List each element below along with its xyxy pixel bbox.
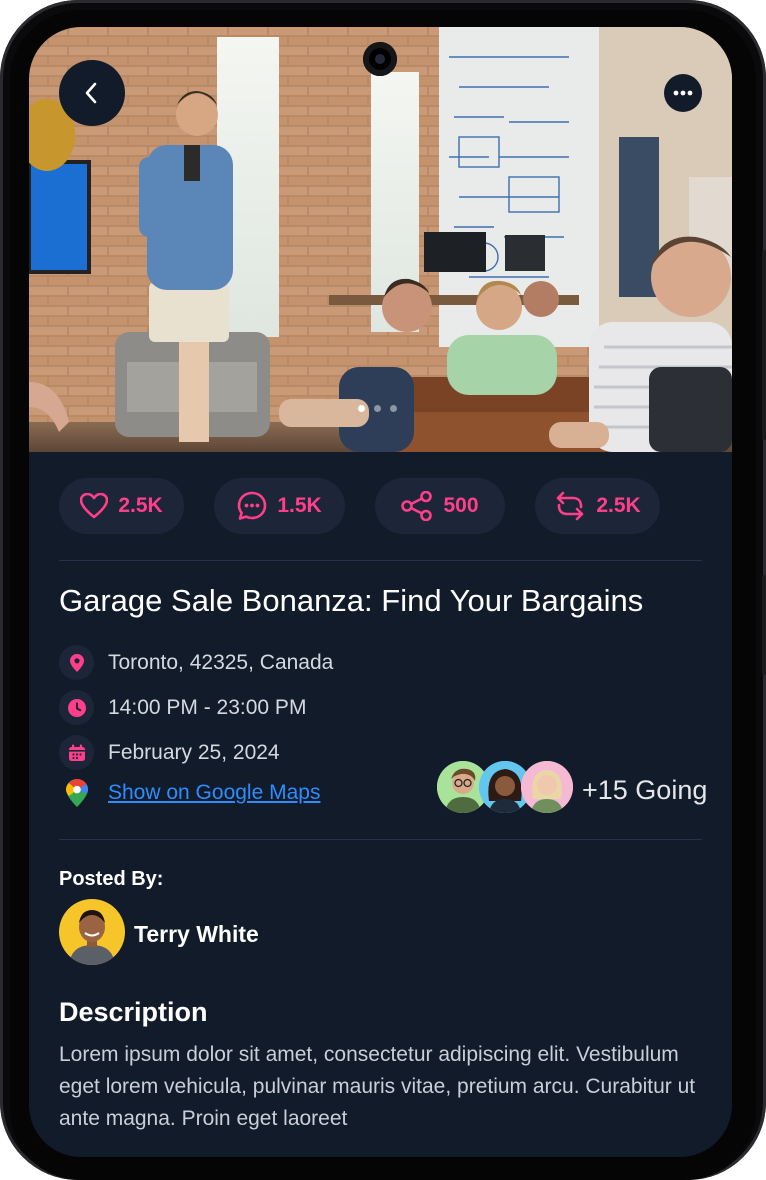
repost-count: 2.5K xyxy=(596,494,641,517)
location-row: Toronto, 42325, Canada xyxy=(59,645,333,680)
comment-icon xyxy=(238,491,267,520)
event-photo[interactable] xyxy=(29,27,732,452)
share-button[interactable]: 500 xyxy=(375,478,505,534)
event-location: Toronto, 42325, Canada xyxy=(108,650,334,674)
posted-by-label: Posted By: xyxy=(59,868,164,890)
location-icon-badge xyxy=(59,645,94,680)
back-button[interactable] xyxy=(59,60,125,126)
event-time: 14:00 PM - 23:00 PM xyxy=(108,695,307,719)
avatar xyxy=(521,761,573,813)
repost-button[interactable]: 2.5K xyxy=(535,478,660,534)
more-icon xyxy=(673,90,693,96)
event-photo-illustration xyxy=(29,27,732,452)
side-button xyxy=(762,575,766,675)
event-detail-screen: 2.5K 1.5K 500 2.5K Garage Sale Bonanza: … xyxy=(29,27,732,1157)
clock-icon xyxy=(67,698,86,717)
carousel-dot[interactable] xyxy=(374,405,381,412)
maps-row: Show on Google Maps xyxy=(59,779,320,807)
time-icon-badge xyxy=(59,690,94,725)
carousel-dot[interactable] xyxy=(390,405,397,412)
google-maps-icon xyxy=(65,779,88,807)
poster-portrait xyxy=(59,899,125,965)
description-body: Lorem ipsum dolor sit amet, consectetur … xyxy=(59,1043,696,1130)
share-icon xyxy=(401,491,433,521)
like-count: 2.5K xyxy=(118,494,163,517)
side-button xyxy=(762,250,766,440)
location-pin-icon xyxy=(69,653,84,672)
date-row: February 25, 2024 xyxy=(59,735,280,770)
front-camera xyxy=(363,42,397,76)
repost-icon xyxy=(557,491,584,521)
heart-icon xyxy=(80,493,109,519)
poster-avatar[interactable] xyxy=(59,899,125,965)
date-icon-badge xyxy=(59,735,94,770)
calendar-icon xyxy=(68,744,85,761)
comment-count: 1.5K xyxy=(277,494,322,517)
google-maps-link[interactable]: Show on Google Maps xyxy=(108,781,320,805)
comment-button[interactable]: 1.5K xyxy=(214,478,345,534)
more-options-button[interactable] xyxy=(664,74,702,112)
google-maps-icon-wrap xyxy=(59,779,94,807)
poster-name[interactable]: Terry White xyxy=(134,921,259,948)
share-count: 500 xyxy=(443,494,479,517)
back-arrow-icon xyxy=(85,82,97,104)
event-title: Garage Sale Bonanza: Find Your Bargains xyxy=(59,583,644,618)
event-date: February 25, 2024 xyxy=(108,740,280,764)
time-row: 14:00 PM - 23:00 PM xyxy=(59,690,306,725)
attendee-avatars[interactable] xyxy=(437,761,573,813)
carousel-dot[interactable] xyxy=(358,405,365,412)
divider xyxy=(59,839,702,840)
description-title: Description xyxy=(59,997,208,1027)
attendee-portrait xyxy=(521,761,573,813)
like-button[interactable]: 2.5K xyxy=(59,478,184,534)
going-count[interactable]: +15 Going xyxy=(582,775,707,806)
divider xyxy=(59,560,702,561)
carousel-indicator xyxy=(358,405,397,412)
